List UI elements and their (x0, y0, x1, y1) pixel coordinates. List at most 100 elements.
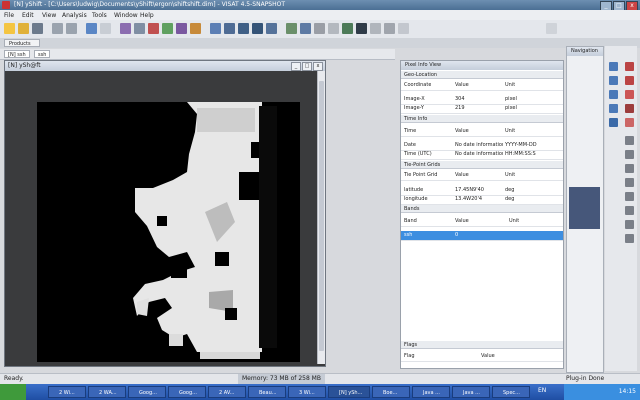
filter-icon[interactable] (148, 23, 159, 34)
image-window-title: [N] ySh@ft (8, 62, 41, 69)
time-header: Time Value Unit (401, 127, 563, 137)
cut-icon[interactable] (52, 23, 63, 34)
magic-wand-icon[interactable] (625, 118, 634, 127)
save-icon[interactable] (32, 23, 43, 34)
start-button[interactable] (0, 384, 26, 400)
navigation-thumbnail[interactable] (569, 187, 600, 229)
roi-icon[interactable] (190, 23, 201, 34)
polygon-tool-icon[interactable] (625, 192, 634, 201)
taskbar-item[interactable]: 3 Wi... (288, 386, 326, 398)
band-maths-icon[interactable] (120, 23, 131, 34)
language-indicator[interactable]: EN (538, 387, 546, 394)
delete-vertex-icon[interactable] (625, 220, 634, 229)
zoom-in-icon[interactable] (609, 62, 618, 71)
taskbar: 2 Wi... 2 WA... Goog... Goog... 2 AV... … (0, 384, 640, 400)
pan-icon[interactable] (609, 118, 618, 127)
polyline-tool-icon[interactable] (625, 150, 634, 159)
taskbar-item[interactable]: 2 AV... (208, 386, 246, 398)
section-bands[interactable]: Bands (401, 205, 563, 213)
title-bar: [N] yShift - [C:\Users\ludwig\Documents\… (0, 0, 640, 11)
menu-help[interactable]: Help (140, 12, 154, 19)
status-bar: Ready. Memory: 73 MB of 258 MB Plug-in D… (0, 373, 640, 384)
time-row-utc: Time (UTC) No date information HH:MM:SS:… (401, 150, 563, 160)
line-tool-icon[interactable] (625, 136, 634, 145)
taskbar-item[interactable]: Goog... (168, 386, 206, 398)
scatter-plot-icon[interactable] (238, 23, 249, 34)
tile-icon[interactable] (384, 23, 395, 34)
ellipse-tool-icon[interactable] (625, 178, 634, 187)
tab-products[interactable]: Products (4, 39, 40, 47)
color-manip-icon[interactable] (370, 23, 381, 34)
histogram-icon[interactable] (224, 23, 235, 34)
clock[interactable]: 14:15 (619, 388, 636, 395)
memory-indicator: Memory: 73 MB of 258 MB (238, 374, 325, 384)
gcp-icon[interactable] (342, 23, 353, 34)
tab-view-1[interactable]: [N] ssh (4, 50, 30, 58)
taskbar-item[interactable]: Java ... (412, 386, 450, 398)
image-canvas[interactable] (37, 102, 300, 362)
geocoding-icon[interactable] (286, 23, 297, 34)
menu-window[interactable]: Window (114, 12, 138, 19)
pin-tool-icon[interactable] (625, 62, 634, 71)
pin-icon[interactable] (328, 23, 339, 34)
section-flags[interactable]: Flags (401, 341, 563, 349)
position-header: Coordinate Value Unit (401, 81, 563, 91)
toolbar-more-icon[interactable] (546, 23, 557, 34)
select-tool-icon[interactable] (625, 76, 634, 85)
taskbar-item[interactable]: Goog... (128, 386, 166, 398)
preferences-icon[interactable] (100, 23, 111, 34)
menu-analysis[interactable]: Analysis (62, 12, 87, 19)
taskbar-item[interactable]: Java ... (452, 386, 490, 398)
world-map-icon[interactable] (300, 23, 311, 34)
statistics-icon[interactable] (210, 23, 221, 34)
bands-row-selected[interactable]: ssh 0 (401, 231, 563, 241)
image-minimize-button[interactable]: _ (291, 62, 301, 71)
help-icon[interactable] (86, 23, 97, 34)
image-vertical-scrollbar[interactable] (317, 71, 325, 364)
image-maximize-button[interactable]: □ (302, 62, 312, 71)
raster-image (37, 102, 300, 362)
taskbar-item[interactable]: 2 WA... (88, 386, 126, 398)
spectrum-icon[interactable] (176, 23, 187, 34)
image-close-button[interactable]: x (313, 62, 323, 71)
taskbar-item[interactable]: Boe... (372, 386, 410, 398)
section-tiepoints[interactable]: Tie-Point Grids (401, 161, 563, 169)
menu-file[interactable]: File (4, 12, 14, 19)
image-window-titlebar: [N] ySh@ft _ □ x (5, 61, 325, 71)
toolbar (0, 20, 640, 39)
tab-view-2[interactable]: ssh (34, 50, 51, 58)
image-view-icon[interactable] (356, 23, 367, 34)
system-tray: 14:15 (564, 384, 640, 400)
right-toolbar (605, 46, 637, 371)
taskbar-item[interactable]: Beau... (248, 386, 286, 398)
open-icon[interactable] (18, 23, 29, 34)
move-vertex-icon[interactable] (625, 234, 634, 243)
zoom-all-icon[interactable] (609, 104, 618, 113)
copy-icon[interactable] (66, 23, 77, 34)
information-icon[interactable] (266, 23, 277, 34)
section-time[interactable]: Time Info (401, 115, 563, 123)
taskbar-item-active[interactable]: [N] ySh... (328, 386, 370, 398)
overlay-icon[interactable] (314, 23, 325, 34)
mask-icon[interactable] (162, 23, 173, 34)
new-icon[interactable] (4, 23, 15, 34)
sync-icon[interactable] (398, 23, 409, 34)
image-scroll-thumb[interactable] (319, 81, 324, 351)
layer-icon[interactable] (134, 23, 145, 34)
zoom-out-icon[interactable] (609, 76, 618, 85)
draw-tool-icon[interactable] (625, 90, 634, 99)
zoom-pixel-icon[interactable] (609, 90, 618, 99)
menu-edit[interactable]: Edit (22, 12, 34, 19)
taskbar-item[interactable]: Spec... (492, 386, 530, 398)
profile-plot-icon[interactable] (252, 23, 263, 34)
menu-view[interactable]: View (42, 12, 56, 19)
menu-tools[interactable]: Tools (92, 12, 107, 19)
section-position[interactable]: Geo-Location (401, 71, 563, 79)
status-right: Plug-in Done (566, 375, 605, 382)
range-finder-icon[interactable] (625, 104, 634, 113)
pixel-info-panel: Pixel Info View Geo-Location Coordinate … (400, 60, 564, 369)
window-title: [N] yShift - [C:\Users\ludwig\Documents\… (14, 1, 286, 8)
taskbar-item[interactable]: 2 Wi... (48, 386, 86, 398)
insert-vertex-icon[interactable] (625, 206, 634, 215)
rect-tool-icon[interactable] (625, 164, 634, 173)
